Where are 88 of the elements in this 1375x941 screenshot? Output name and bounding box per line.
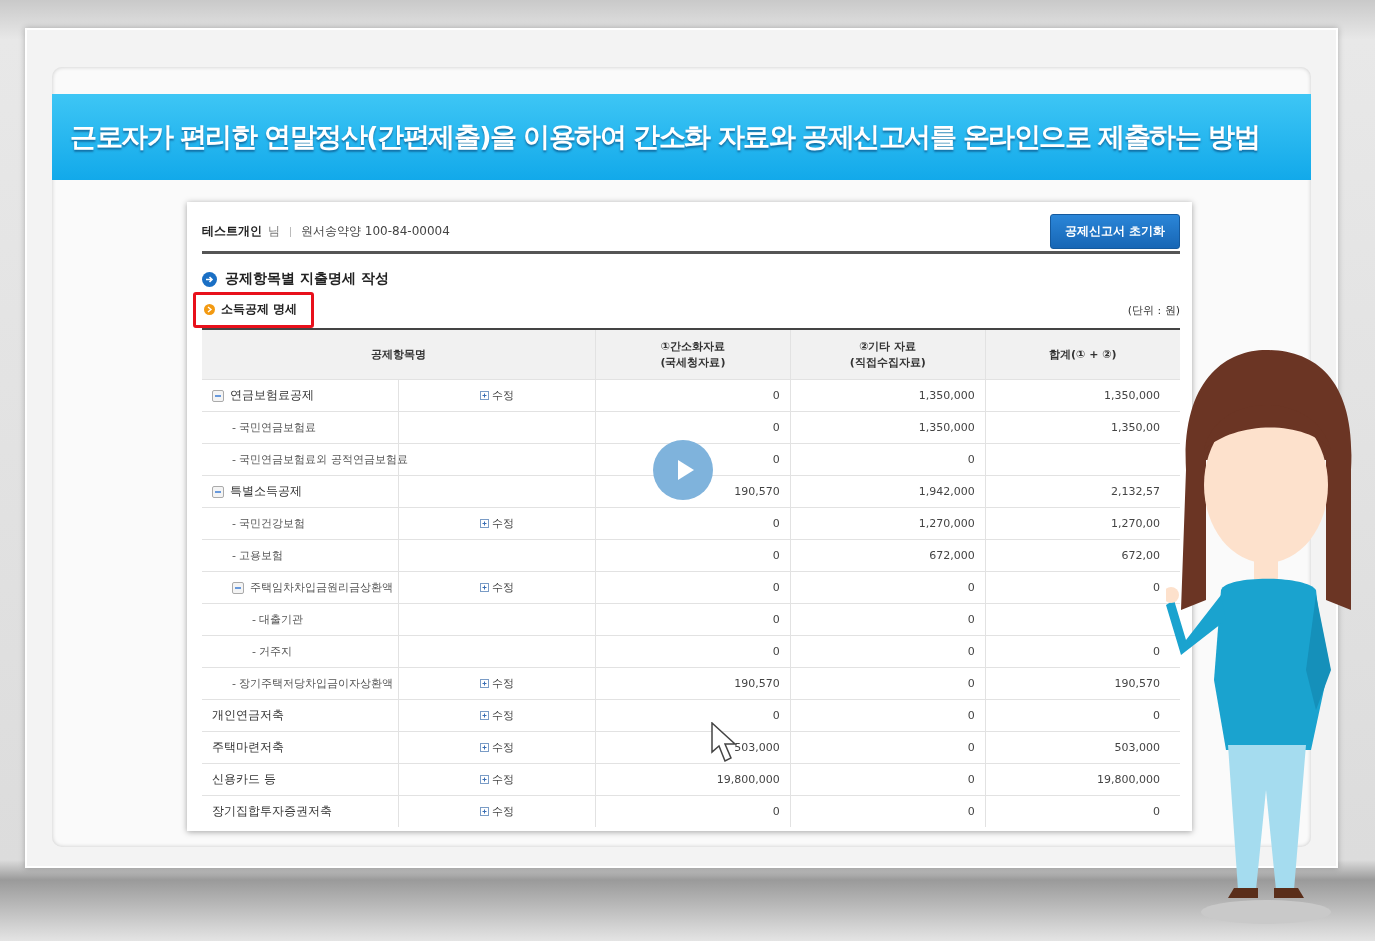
item-name: 특별소득공제: [230, 483, 302, 500]
section-title: 공제항목별 지출명세 작성: [225, 270, 389, 288]
amount: 19,800,000: [1097, 773, 1160, 786]
amount: 0: [967, 805, 975, 818]
amount: 0: [1153, 581, 1160, 594]
column-header: 공제항목명: [202, 329, 596, 380]
item-name: - 국민연금보험료: [232, 420, 317, 435]
amount: 0: [772, 517, 780, 530]
amount: 0: [772, 453, 780, 466]
item-name: - 국민건강보험: [232, 516, 306, 531]
amount: 0: [772, 613, 780, 626]
amount: 503,000: [1114, 741, 1160, 754]
item-name: 연금보험료공제: [230, 387, 314, 404]
item-name: - 장기주택저당차입금이자상환액: [232, 676, 394, 691]
play-icon: [675, 458, 696, 482]
subsection-title: 소득공제 명세: [221, 301, 298, 318]
plus-box-icon: [480, 775, 490, 784]
column-header: 합계(① + ②): [985, 329, 1180, 380]
plus-box-icon: [480, 679, 490, 688]
item-name: - 국민연금보험료외 공적연금보험료: [232, 452, 408, 467]
amount: 0: [967, 581, 975, 594]
item-name: - 고용보험: [232, 548, 284, 563]
edit-link[interactable]: 수정: [480, 708, 515, 723]
amount: 672,000: [929, 549, 975, 562]
amount: 0: [772, 709, 780, 722]
item-name: 주택마련저축: [212, 739, 284, 756]
collapse-icon[interactable]: [212, 485, 224, 498]
amount: 0: [967, 709, 975, 722]
reset-button[interactable]: 공제신고서 초기화: [1049, 214, 1180, 249]
amount: 190,570: [1114, 677, 1160, 690]
amount: 0: [967, 677, 975, 690]
amount: 503,000: [734, 741, 780, 754]
amount: 0: [967, 613, 975, 626]
edit-link[interactable]: 수정: [480, 676, 515, 691]
amount: 190,570: [734, 677, 780, 690]
amount: 0: [1153, 645, 1160, 658]
chevron-circle-icon: [204, 304, 215, 315]
amount: 1,350,000: [918, 421, 975, 434]
amount: 1,270,00: [1111, 517, 1160, 530]
amount: 1,270,000: [918, 517, 975, 530]
edit-link[interactable]: 수정: [480, 804, 515, 819]
amount: 0: [772, 581, 780, 594]
amount: 0: [967, 741, 975, 754]
collapse-icon[interactable]: [232, 581, 244, 594]
edit-link[interactable]: 수정: [480, 740, 515, 755]
amount: 0: [772, 645, 780, 658]
edit-link[interactable]: 수정: [480, 388, 515, 403]
amount: 672,00: [1121, 549, 1160, 562]
account-info: 원서송약양 100-84-00004: [301, 223, 450, 240]
plus-box-icon: [480, 519, 490, 528]
video-title: 근로자가 편리한 연말정산(간편제출)을 이용하여 간소화 자료와 공제신고서를 온라인으로 제출하는 방법: [70, 120, 1260, 154]
column-header: ②기타 자료 (직접수집자료): [790, 329, 986, 380]
amount: 1,350,00: [1111, 421, 1160, 434]
arrow-circle-icon: [202, 271, 217, 287]
amount: 0: [1153, 805, 1160, 818]
item-name: 장기집합투자증권저축: [212, 803, 332, 820]
edit-link[interactable]: 수정: [480, 516, 515, 531]
amount: 0: [967, 453, 975, 466]
amount: 1,350,000: [918, 389, 975, 402]
amount: 1,942,000: [918, 485, 975, 498]
amount: 0: [772, 421, 780, 434]
amount: 2,132,57: [1111, 485, 1160, 498]
plus-box-icon: [480, 807, 490, 816]
amount: 0: [967, 645, 975, 658]
item-name: 주택임차차입금원리금상환액: [250, 580, 393, 595]
collapse-icon[interactable]: [212, 389, 224, 402]
edit-link[interactable]: 수정: [480, 772, 515, 787]
plus-box-icon: [480, 711, 490, 720]
column-header: ①간소화자료 (국세청자료): [595, 329, 791, 380]
item-name: - 대출기관: [252, 612, 304, 627]
item-name: - 거주지: [252, 644, 293, 659]
amount: 0: [772, 805, 780, 818]
amount: 0: [772, 549, 780, 562]
item-name: 신용카드 등: [212, 771, 276, 788]
item-name: 개인연금저축: [212, 707, 284, 724]
user-name: 테스트개인: [202, 223, 262, 240]
unit-label: (단위 : 원): [1127, 303, 1180, 319]
edit-link[interactable]: 수정: [480, 580, 515, 595]
honorific: 님: [268, 223, 280, 240]
amount: 190,570: [734, 485, 780, 498]
amount: 0: [772, 389, 780, 402]
amount: 0: [1153, 709, 1160, 722]
amount: 1,350,000: [1104, 389, 1160, 402]
plus-box-icon: [480, 743, 490, 752]
plus-box-icon: [480, 583, 490, 592]
amount: 19,800,000: [716, 773, 780, 786]
amount: 0: [967, 773, 975, 786]
plus-box-icon: [480, 391, 490, 400]
